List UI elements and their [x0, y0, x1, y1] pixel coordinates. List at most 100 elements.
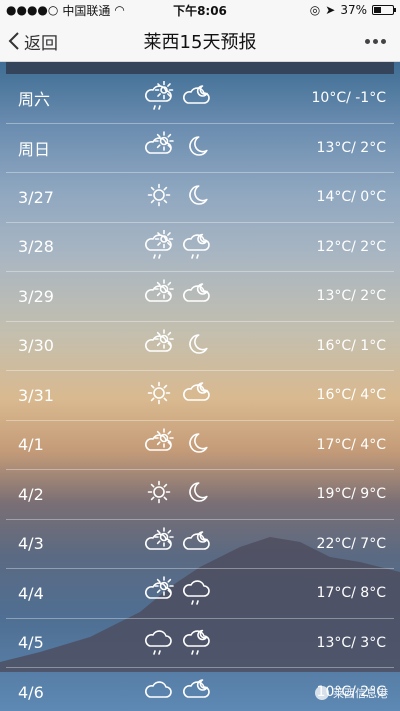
forecast-row: 4/3 22°C/ 7°C: [6, 520, 394, 569]
forecast-icons: [144, 180, 212, 214]
forecast-icons: [144, 80, 212, 115]
partly-cloudy-rain-icon: [144, 80, 174, 115]
chevron-left-icon: [8, 32, 19, 50]
battery-percent: 37%: [340, 3, 367, 17]
cloudy-night-icon: [182, 527, 212, 561]
clear-night-icon: [182, 477, 212, 511]
forecast-day: 4/5: [18, 633, 44, 653]
cloudy-night-icon: [182, 675, 212, 709]
forecast-icons: [144, 378, 212, 412]
forecast-day: 周日: [18, 139, 51, 159]
forecast-row: 4/5 13°C/ 3°C: [6, 619, 394, 668]
partly-cloudy-icon: [144, 328, 174, 363]
partly-cloudy-icon: [144, 576, 174, 610]
cloudy-rain-icon: [144, 626, 174, 660]
forecast-icons: [144, 675, 212, 709]
forecast-row: 3/31 16°C/ 4°C: [6, 371, 394, 421]
cloudy-rain-icon: [182, 576, 212, 610]
forecast-temp: 12°C/ 2°C: [316, 238, 386, 255]
forecast-temp: 16°C/ 4°C: [316, 387, 386, 404]
forecast-icons: [144, 526, 212, 561]
forecast-icons: [144, 229, 212, 264]
forecast-row: 3/30 16°C/ 1°C: [6, 322, 394, 371]
signal-icon: ●●●●○: [6, 3, 59, 17]
cloudy-night-rain-icon: [182, 230, 212, 264]
partly-cloudy-icon: [144, 130, 174, 165]
back-label: 返回: [24, 33, 58, 54]
watermark-label: 莱西信息港: [333, 687, 388, 700]
more-dot-icon: [373, 38, 378, 44]
forecast-temp: 13°C/ 2°C: [316, 288, 386, 305]
forecast-icons: [144, 477, 212, 511]
nav-bar: 返回 莱西15天预报: [0, 20, 400, 62]
page-title: 莱西15天预报: [143, 31, 257, 53]
forecast-day: 4/1: [18, 435, 44, 455]
forecast-day: 3/31: [18, 385, 54, 405]
forecast-row: 4/2 19°C/ 9°C: [6, 470, 394, 520]
forecast-day: 4/4: [18, 583, 44, 603]
forecast-day: 3/30: [18, 336, 54, 356]
forecast-temp: 13°C/ 2°C: [316, 139, 386, 156]
more-dot-icon: [365, 38, 370, 44]
clear-night-icon: [182, 428, 212, 462]
partly-cloudy-rain-icon: [144, 229, 174, 264]
forecast-icons: [144, 328, 212, 363]
forecast-day: 3/27: [18, 187, 54, 207]
forecast-day: 4/6: [18, 682, 44, 702]
forecast-row: 周六 10°C/ -1°C: [6, 74, 394, 124]
more-dot-icon: [381, 38, 386, 44]
forecast-day: 4/2: [18, 484, 44, 504]
forecast-temp: 10°C/ -1°C: [311, 90, 387, 107]
forecast-day: 周六: [18, 90, 51, 110]
forecast-temp: 14°C/ 0°C: [316, 189, 386, 206]
forecast-day: 3/29: [18, 286, 54, 306]
forecast-icons: [144, 279, 212, 313]
cloudy-night-icon: [182, 279, 212, 313]
partly-cloudy-icon: [144, 526, 174, 561]
forecast-icons: [144, 427, 212, 462]
sunny-icon: [144, 180, 174, 214]
forecast-temp: 17°C/ 4°C: [316, 436, 386, 453]
forecast-row: 3/28 12°C/ 2°C: [6, 223, 394, 272]
carrier-label: 中国联通: [62, 3, 111, 18]
partly-cloudy-icon: [144, 279, 174, 313]
forecast-temp: 17°C/ 8°C: [316, 585, 386, 602]
top-strip: [6, 62, 394, 74]
partly-cloudy-icon: [144, 427, 174, 462]
clear-night-icon: [182, 180, 212, 214]
more-button[interactable]: [365, 20, 386, 62]
clear-night-icon: [182, 329, 212, 363]
cloudy-icon: [144, 675, 174, 709]
forecast-icons: [144, 626, 212, 660]
wechat-icon: [315, 686, 329, 700]
status-bar: ●●●●○ 中国联通 ◠ 下午8:06 ◎ ➤ 37%: [0, 0, 400, 20]
forecast-row: 4/1 17°C/ 4°C: [6, 421, 394, 470]
forecast-row: 3/27 14°C/ 0°C: [6, 173, 394, 223]
wifi-icon: ◠: [114, 3, 125, 17]
status-right: ◎ ➤ 37%: [309, 3, 396, 17]
clear-night-icon: [182, 131, 212, 165]
forecast-temp: 22°C/ 7°C: [316, 535, 386, 552]
back-button[interactable]: 返回: [8, 20, 58, 62]
forecast-row: 周日 13°C/ 2°C: [6, 124, 394, 173]
watermark: 莱西信息港: [315, 685, 388, 701]
sunny-icon: [144, 378, 174, 412]
cloudy-night-rain-icon: [182, 626, 212, 660]
forecast-row: 4/4 17°C/ 8°C: [6, 569, 394, 619]
forecast-temp: 13°C/ 3°C: [316, 634, 386, 651]
forecast-view[interactable]: 周六 10°C/ -1°C 周日 13°C/ 2°C 3/27 14°C/ 0°…: [0, 62, 400, 711]
status-left: ●●●●○ 中国联通 ◠: [6, 2, 125, 19]
cloudy-night-icon: [182, 378, 212, 412]
forecast-temp: 16°C/ 1°C: [316, 337, 386, 354]
forecast-row: 3/29 13°C/ 2°C: [6, 272, 394, 322]
cloudy-night-icon: [182, 81, 212, 115]
location-icon: ➤: [325, 3, 336, 17]
sunny-icon: [144, 477, 174, 511]
forecast-day: 4/3: [18, 534, 44, 554]
forecast-list: 周六 10°C/ -1°C 周日 13°C/ 2°C 3/27 14°C/ 0°…: [6, 74, 394, 711]
forecast-icons: [144, 130, 212, 165]
rotation-lock-icon: ◎: [309, 3, 321, 17]
battery-icon: [372, 5, 396, 15]
forecast-temp: 19°C/ 9°C: [316, 486, 386, 503]
forecast-day: 3/28: [18, 237, 54, 257]
